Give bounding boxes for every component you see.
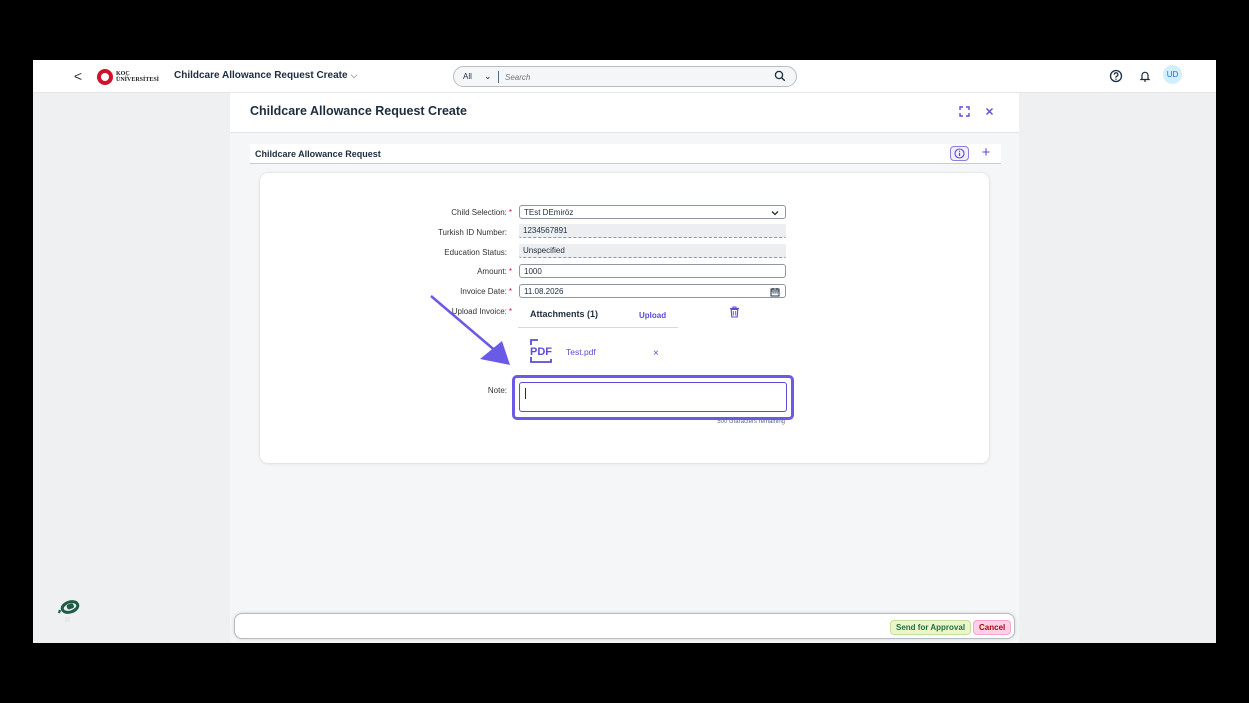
invoice-date-input[interactable]: 11.08.2026	[519, 284, 786, 298]
search-input[interactable]	[505, 70, 765, 84]
remove-file-button[interactable]: ×	[653, 348, 659, 359]
child-selection-label: Child Selection: *	[451, 208, 512, 217]
turkish-id-label: Turkish ID Number:	[437, 228, 507, 237]
info-button[interactable]	[950, 146, 969, 161]
close-icon[interactable]	[983, 105, 996, 118]
help-widget-icon[interactable]	[55, 597, 81, 623]
form-card: Child Selection: * TEst DEmiröz Turkish I…	[260, 173, 989, 463]
shell-actions: UD	[1109, 65, 1182, 84]
education-status-label: Education Status:	[444, 248, 507, 257]
amount-input[interactable]: 1000	[519, 264, 786, 278]
annotation-arrow-icon	[430, 295, 510, 365]
page-header: Childcare Allowance Request Create	[230, 93, 1019, 133]
send-for-approval-button[interactable]: Send for Approval	[890, 620, 972, 635]
bell-icon[interactable]	[1138, 69, 1152, 83]
back-button[interactable]: <	[71, 69, 85, 83]
note-textarea[interactable]	[519, 382, 787, 412]
avatar[interactable]: UD	[1163, 65, 1182, 84]
upload-button[interactable]: Upload	[639, 311, 666, 320]
logo[interactable]: KOÇ ÜNİVERSİTESİ	[97, 69, 159, 85]
search-scope-select[interactable]: All	[463, 72, 472, 81]
help-icon[interactable]	[1109, 69, 1123, 83]
add-button[interactable]: +	[978, 145, 994, 161]
turkish-id-field: 1234567891	[519, 224, 786, 238]
app-title: Childcare Allowance Request Create	[174, 70, 348, 81]
chevron-down-icon[interactable]: ⌄	[484, 71, 492, 82]
search-icon[interactable]	[774, 70, 786, 82]
logo-mark-icon	[97, 69, 113, 85]
search-separator	[498, 71, 499, 83]
note-character-counter: 500 characters remaining	[717, 419, 785, 425]
chevron-down-icon: ⌵	[350, 70, 358, 80]
note-highlight	[512, 375, 794, 420]
logo-text: KOÇ ÜNİVERSİTESİ	[116, 71, 160, 83]
section-header: Childcare Allowance Request +	[250, 144, 1001, 164]
info-icon	[954, 148, 965, 159]
screen: < KOÇ ÜNİVERSİTESİ Childcare Allowance R…	[33, 60, 1216, 643]
chevron-down-icon	[771, 211, 779, 216]
cancel-button[interactable]: Cancel	[973, 620, 1012, 635]
footer-toolbar: Send for Approval Cancel	[234, 613, 1015, 639]
child-selection-select[interactable]: TEst DEmiröz	[519, 205, 786, 219]
attachments-title: Attachments (1)	[530, 309, 599, 319]
trash-icon[interactable]	[729, 306, 740, 318]
shell-bar: < KOÇ ÜNİVERSİTESİ Childcare Allowance R…	[33, 60, 1216, 93]
calendar-icon[interactable]	[770, 287, 780, 297]
page-title: Childcare Allowance Request Create	[250, 104, 467, 118]
amount-label: Amount: *	[477, 267, 512, 276]
app-title-menu[interactable]: Childcare Allowance Request Create ⌵	[174, 70, 357, 81]
search-field: All ⌄	[453, 66, 797, 87]
file-name-link[interactable]: Test.pdf	[566, 347, 596, 357]
attachments-header: Attachments (1) Upload	[518, 300, 678, 328]
note-label: Note:	[487, 386, 507, 395]
text-caret	[525, 388, 526, 399]
object-page: Childcare Allowance Request Create Child…	[230, 93, 1019, 643]
section-title: Childcare Allowance Request	[255, 149, 381, 159]
fullscreen-icon[interactable]	[958, 105, 971, 118]
education-status-field: Unspecified	[519, 244, 786, 258]
